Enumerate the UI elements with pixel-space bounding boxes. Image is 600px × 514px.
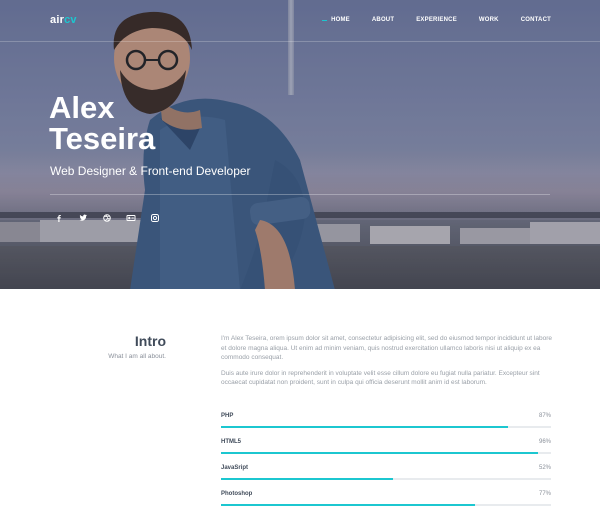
intro-heading-block: Intro What I am all about. bbox=[0, 333, 166, 360]
skill-bar-fill bbox=[221, 452, 538, 454]
skill-percent: 96% bbox=[538, 439, 551, 445]
skill-bar-track bbox=[221, 478, 551, 480]
nav-contact[interactable]: CONTACT bbox=[521, 17, 551, 23]
hero-section: aircv HOME ABOUT EXPERIENCE WORK CONTACT… bbox=[0, 0, 600, 289]
intro-text: I'm Alex Teseira, orem ipsum dolor sit a… bbox=[221, 334, 553, 394]
skill-name: JavaSript bbox=[221, 465, 249, 471]
facebook-icon[interactable] bbox=[54, 214, 64, 222]
intro-paragraph-2: Duis aute irure dolor in reprehenderit i… bbox=[221, 369, 540, 387]
skill-row: JavaSript 52% bbox=[221, 462, 551, 488]
social-links bbox=[54, 214, 174, 222]
skill-row: Photoshop 77% bbox=[221, 488, 551, 514]
dribbble-icon[interactable] bbox=[102, 214, 112, 222]
intro-tagline: What I am all about. bbox=[108, 353, 166, 360]
nav-about[interactable]: ABOUT bbox=[372, 17, 394, 23]
hero-divider bbox=[50, 194, 550, 195]
hero-name-line2: Teseira bbox=[49, 121, 156, 156]
skill-percent: 77% bbox=[538, 491, 551, 497]
skill-percent: 52% bbox=[538, 465, 551, 471]
skill-row: HTML5 96% bbox=[221, 436, 551, 462]
behance-icon[interactable] bbox=[126, 214, 136, 222]
intro-paragraph-1: I'm Alex Teseira, orem ipsum dolor sit a… bbox=[221, 335, 552, 362]
skill-bar-track bbox=[221, 452, 551, 454]
twitter-icon[interactable] bbox=[78, 214, 88, 222]
nav-experience[interactable]: EXPERIENCE bbox=[416, 17, 457, 23]
skills-list: PHP 87% HTML5 96% JavaSript 52% Photosho… bbox=[221, 410, 551, 514]
skill-name: Photoshop bbox=[221, 491, 253, 497]
nav-home-label: HOME bbox=[331, 17, 350, 23]
logo-text: air bbox=[50, 14, 65, 26]
hero-name: Alex Teseira bbox=[49, 92, 249, 154]
skill-name: HTML5 bbox=[221, 439, 241, 445]
skill-bar-fill bbox=[221, 504, 476, 506]
site-logo[interactable]: aircv bbox=[50, 14, 77, 26]
intro-title: Intro bbox=[134, 333, 166, 349]
main-menu: HOME ABOUT EXPERIENCE WORK CONTACT bbox=[300, 17, 551, 23]
hero-name-line1: Alex bbox=[49, 90, 115, 125]
skill-percent: 87% bbox=[538, 413, 551, 419]
skill-name: PHP bbox=[221, 413, 234, 419]
hero-subtitle: Web Designer & Front-end Developer bbox=[50, 164, 251, 178]
skill-bar-fill bbox=[221, 426, 509, 428]
logo-accent-text: cv bbox=[64, 14, 77, 26]
top-navbar: aircv HOME ABOUT EXPERIENCE WORK CONTACT bbox=[0, 0, 600, 42]
instagram-icon[interactable] bbox=[150, 214, 160, 222]
nav-home[interactable]: HOME bbox=[322, 17, 350, 23]
active-indicator bbox=[322, 19, 328, 21]
skill-bar-track bbox=[221, 426, 551, 428]
skill-bar-track bbox=[221, 504, 551, 506]
skill-bar-fill bbox=[221, 478, 393, 480]
nav-work[interactable]: WORK bbox=[479, 17, 499, 23]
skill-row: PHP 87% bbox=[221, 410, 551, 436]
